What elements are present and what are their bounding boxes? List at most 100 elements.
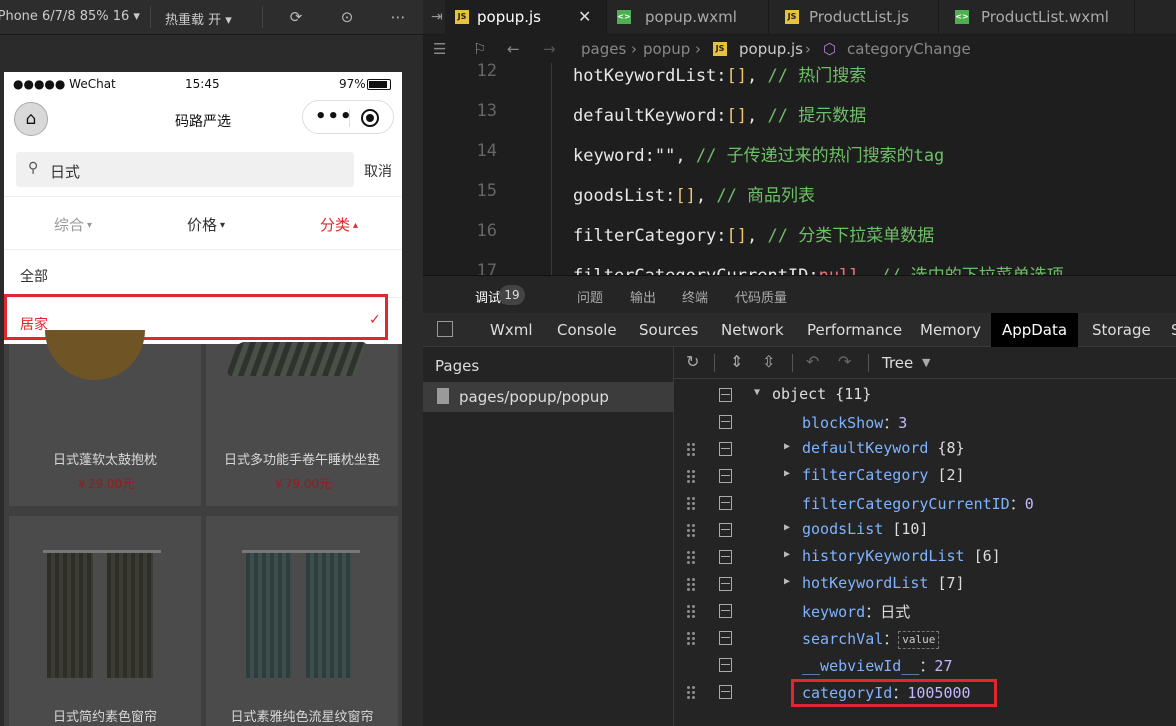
collapse-box-icon[interactable]	[719, 469, 732, 483]
product-card[interactable]: 日式蓬软太鼓抱枕 ￥29.00元	[9, 330, 201, 506]
tree-row[interactable]: filterCategoryCurrentID：0	[674, 490, 1176, 517]
tab-performance[interactable]: Performance	[807, 313, 902, 347]
tab-network[interactable]: Network	[721, 313, 784, 347]
key-value[interactable]: 27	[934, 657, 952, 675]
collapse-box-icon[interactable]	[719, 496, 732, 510]
drag-handle-icon[interactable]	[686, 523, 696, 537]
close-capsule-icon[interactable]	[361, 109, 379, 127]
category-option-all[interactable]: 全部	[20, 266, 48, 286]
outline-icon[interactable]: ☰	[433, 40, 446, 58]
breadcrumb-item[interactable]: pages	[581, 40, 626, 58]
collapse-box-icon[interactable]	[719, 604, 732, 618]
tree-row[interactable]: ▶ filterCategory [2]	[674, 463, 1176, 490]
filter-category[interactable]: 分类 ▴	[320, 214, 358, 235]
page-list-item[interactable]: pages/popup/popup	[423, 382, 674, 412]
tree-row[interactable]: ▶ defaultKeyword {8}	[674, 436, 1176, 463]
chevron-down-icon[interactable]: ▼	[922, 356, 930, 369]
tree-row[interactable]: keyword：日式	[674, 598, 1176, 625]
drag-handle-icon[interactable]	[686, 442, 696, 456]
collapse-all-icon[interactable]: ⇳	[762, 352, 775, 371]
code-editor[interactable]: 12 hotKeywordList:[], // 热门搜索 13 default…	[423, 63, 1176, 275]
tab-storage[interactable]: Storage	[1092, 313, 1151, 347]
bookmark-icon[interactable]: ⚐	[473, 40, 486, 58]
collapse-box-icon[interactable]	[719, 442, 732, 456]
collapse-box-icon[interactable]	[719, 415, 732, 429]
collapse-box-icon[interactable]	[719, 523, 732, 537]
expanded-arrow-icon[interactable]: ▼	[754, 387, 760, 398]
drag-handle-icon[interactable]	[686, 469, 696, 483]
tree-row[interactable]: ▶ historyKeywordList [6]	[674, 544, 1176, 571]
inspect-icon[interactable]	[437, 321, 453, 337]
expand-arrow-icon[interactable]: ▶	[784, 441, 790, 452]
tab-popup-js[interactable]: JS popup.js ✕	[445, 0, 607, 35]
collapse-box-icon[interactable]	[719, 685, 732, 699]
expand-all-icon[interactable]: ⇕	[730, 352, 743, 371]
close-icon[interactable]: ✕	[578, 7, 591, 26]
filter-sort-default[interactable]: 综合 ▾	[54, 214, 92, 235]
tab-overflow[interactable]: S	[1171, 313, 1176, 347]
tab-output[interactable]: 输出	[630, 287, 656, 306]
expand-arrow-icon[interactable]: ▶	[784, 522, 790, 533]
view-mode-select[interactable]: Tree	[882, 354, 913, 372]
key-value[interactable]: value	[898, 631, 940, 649]
tree-row[interactable]: blockShow：3	[674, 409, 1176, 436]
menu-dots-icon[interactable]: •••	[315, 106, 353, 127]
redo-icon[interactable]: ↷	[838, 352, 851, 371]
tab-wxml[interactable]: Wxml	[490, 313, 533, 347]
collapse-box-icon[interactable]	[719, 631, 732, 645]
tree-row[interactable]: ▶ goodsList [10]	[674, 517, 1176, 544]
breadcrumb-item[interactable]: popup	[643, 40, 690, 58]
drag-handle-icon[interactable]	[686, 631, 696, 645]
tree-row[interactable]: searchVal： value	[674, 625, 1176, 652]
expand-arrow-icon[interactable]: ▶	[784, 549, 790, 560]
undo-icon[interactable]: ↶	[806, 352, 819, 371]
product-card[interactable]: 日式素雅纯色流星纹窗帘	[206, 516, 398, 726]
key-value[interactable]: 3	[898, 414, 907, 432]
expand-arrow-icon[interactable]: ▶	[784, 468, 790, 479]
product-card[interactable]: 日式多功能手卷午睡枕坐垫 ￥79.00元	[206, 342, 398, 506]
refresh-icon[interactable]: ↻	[686, 352, 699, 371]
tab-appdata[interactable]: AppData	[991, 313, 1078, 347]
tab-console[interactable]: Console	[557, 313, 617, 347]
filter-price[interactable]: 价格 ▾	[187, 214, 225, 235]
tab-productlist-wxml[interactable]: <> ProductList.wxml	[939, 0, 1135, 35]
more-icon[interactable]: ⋯	[389, 8, 407, 26]
stop-icon[interactable]: ⊙	[338, 8, 356, 26]
tab-sources[interactable]: Sources	[639, 313, 698, 347]
search-input[interactable]: ⚲ 日式	[16, 152, 354, 187]
tab-popup-wxml[interactable]: <> popup.wxml	[607, 0, 769, 35]
product-card[interactable]: 日式简约素色窗帘	[9, 516, 201, 726]
forward-icon[interactable]: →	[543, 40, 556, 58]
tab-problems[interactable]: 问题	[577, 287, 603, 306]
collapse-box-icon[interactable]	[719, 388, 732, 402]
tab-code-quality[interactable]: 代码质量	[735, 287, 787, 306]
file-icon	[437, 388, 449, 404]
collapse-box-icon[interactable]	[719, 577, 732, 591]
tree-row[interactable]: ▶ hotKeywordList [7]	[674, 571, 1176, 598]
drag-handle-icon[interactable]	[686, 577, 696, 591]
tree-key: hotKeywordList [7]	[802, 574, 965, 592]
key-value[interactable]: 日式	[880, 603, 910, 621]
hot-reload-toggle[interactable]: 热重载 开 ▾	[165, 9, 232, 28]
device-selector[interactable]: iPhone 6/7/8 85% 16 ▾	[0, 9, 140, 24]
drag-handle-icon[interactable]	[686, 496, 696, 510]
sidebar-toggle-icon[interactable]: ⇥	[431, 9, 443, 25]
tab-productlist-js[interactable]: JS ProductList.js	[769, 0, 939, 35]
back-icon[interactable]: ←	[507, 40, 520, 58]
search-icon: ⚲	[28, 160, 39, 176]
tree-root-row[interactable]: ▼ object {11}	[674, 382, 1176, 409]
collapse-box-icon[interactable]	[719, 550, 732, 564]
tab-terminal[interactable]: 终端	[682, 287, 708, 306]
refresh-icon[interactable]: ⟳	[287, 8, 305, 26]
key-value[interactable]: 0	[1025, 495, 1034, 513]
cancel-button[interactable]: 取消	[364, 161, 392, 181]
tree-row[interactable]: __webviewId__：27	[674, 652, 1176, 679]
collapse-box-icon[interactable]	[719, 658, 732, 672]
drag-handle-icon[interactable]	[686, 604, 696, 618]
drag-handle-icon[interactable]	[686, 550, 696, 564]
expand-arrow-icon[interactable]: ▶	[784, 576, 790, 587]
tab-memory[interactable]: Memory	[920, 313, 981, 347]
breadcrumb-item[interactable]: categoryChange	[847, 40, 971, 58]
drag-handle-icon[interactable]	[686, 685, 696, 699]
breadcrumb-item[interactable]: popup.js	[739, 40, 803, 58]
